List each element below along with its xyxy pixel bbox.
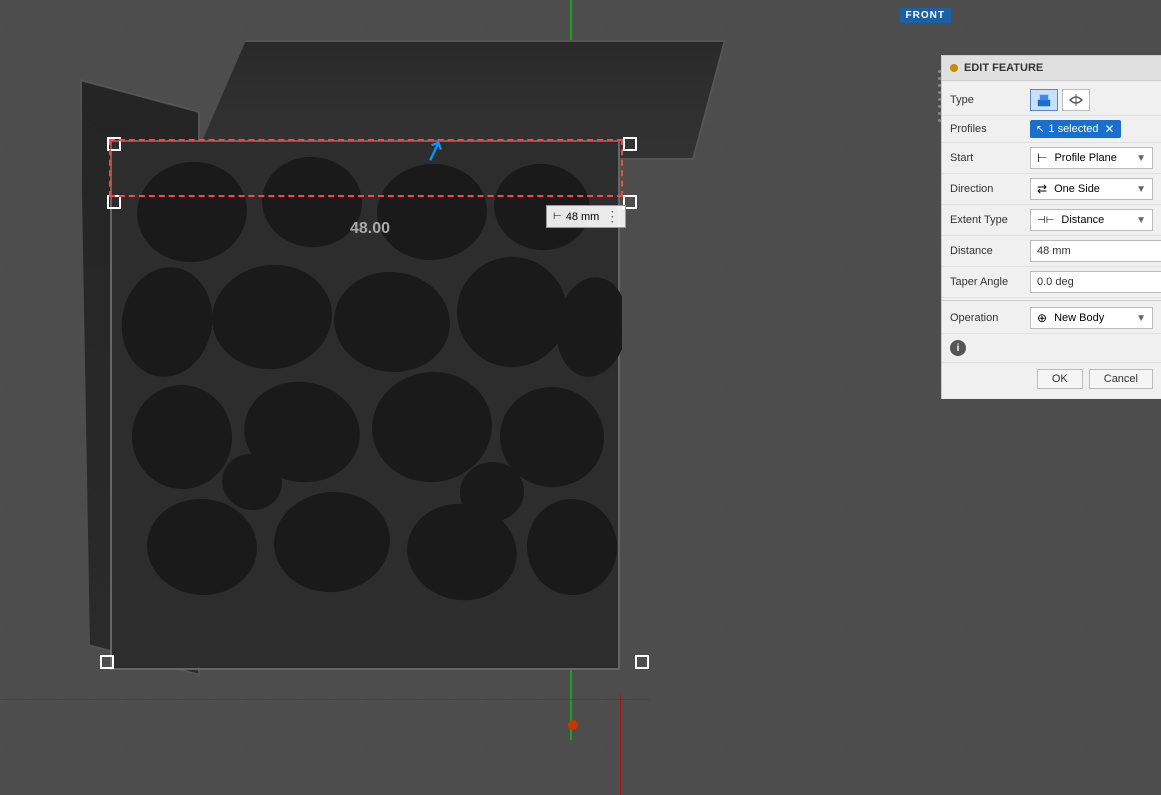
extent-icon: ⊣⊢ [1037, 215, 1054, 226]
extent-type-row: Extent Type ⊣⊢ Distance ▼ [942, 205, 1161, 236]
panel-header: EDIT FEATURE [942, 56, 1161, 81]
start-control: ⊢ Profile Plane ▼ [1030, 147, 1153, 169]
extent-type-value: Distance [1061, 214, 1104, 226]
distance-control [1030, 240, 1161, 262]
start-label: Start [950, 152, 1030, 164]
distance-input[interactable] [1030, 240, 1161, 262]
type-label: Type [950, 94, 1030, 106]
panel-title: EDIT FEATURE [964, 62, 1043, 74]
direction-control: ⇄ One Side ▼ [1030, 178, 1153, 200]
dimension-value: 48 mm [566, 211, 600, 223]
taper-angle-row: Taper Angle [942, 267, 1161, 298]
corner-tr [623, 137, 637, 151]
edit-feature-panel: EDIT FEATURE Type [941, 55, 1161, 399]
taper-angle-label: Taper Angle [950, 276, 1030, 288]
type-button-2[interactable] [1062, 89, 1090, 111]
operation-dropdown[interactable]: ⊕ New Body ▼ [1030, 307, 1153, 329]
model-dimension-label: 48.00 [350, 220, 390, 238]
view-label: FRONT [900, 8, 951, 23]
corner-bl [107, 195, 121, 209]
extent-type-dropdown[interactable]: ⊣⊢ Distance ▼ [1030, 209, 1153, 231]
direction-icon: ⇄ [1037, 182, 1047, 196]
profiles-badge[interactable]: ↖ 1 selected ✕ [1030, 120, 1121, 138]
operation-label: Operation [950, 312, 1030, 324]
direction-dropdown-arrow: ▼ [1136, 184, 1146, 195]
taper-angle-control [1030, 271, 1161, 293]
extent-type-label: Extent Type [950, 214, 1030, 226]
profiles-clear-button[interactable]: ✕ [1105, 122, 1115, 136]
type-row: Type [942, 85, 1161, 116]
distance-row: Distance [942, 236, 1161, 267]
operation-value: New Body [1054, 312, 1104, 324]
type-control [1030, 89, 1153, 111]
model-canvas: ↗ [50, 40, 900, 750]
corner-bot-l [100, 655, 114, 669]
corner-tl [107, 137, 121, 151]
viewport: FRONT ↗ [0, 0, 1161, 795]
info-row: i [942, 334, 1161, 362]
operation-icon: ⊕ [1037, 311, 1047, 325]
operation-dropdown-arrow: ▼ [1136, 313, 1146, 324]
type-button-1[interactable] [1030, 89, 1058, 111]
distance-label: Distance [950, 245, 1030, 257]
profiles-row: Profiles ↖ 1 selected ✕ [942, 116, 1161, 143]
direction-value: One Side [1054, 183, 1100, 195]
profiles-label: Profiles [950, 123, 1030, 135]
direction-dropdown[interactable]: ⇄ One Side ▼ [1030, 178, 1153, 200]
direction-row: Direction ⇄ One Side ▼ [942, 174, 1161, 205]
cursor-icon: ↖ [1036, 124, 1044, 135]
info-icon[interactable]: i [950, 340, 966, 356]
ok-button[interactable]: OK [1037, 369, 1083, 389]
corner-bot-r [635, 655, 649, 669]
profiles-control: ↖ 1 selected ✕ [1030, 120, 1153, 138]
cancel-button[interactable]: Cancel [1089, 369, 1153, 389]
start-dropdown[interactable]: ⊢ Profile Plane ▼ [1030, 147, 1153, 169]
start-icon: ⊢ [1037, 151, 1047, 165]
dimension-callout: 48 mm ⋮ [546, 205, 626, 228]
panel-header-dot [950, 64, 958, 72]
dimension-menu-dots[interactable]: ⋮ [605, 208, 619, 225]
profiles-badge-text: 1 selected [1048, 123, 1098, 135]
panel-body: Type [942, 81, 1161, 399]
start-dropdown-arrow: ▼ [1136, 153, 1146, 164]
start-row: Start ⊢ Profile Plane ▼ [942, 143, 1161, 174]
action-buttons: OK Cancel [942, 362, 1161, 395]
operation-control: ⊕ New Body ▼ [1030, 307, 1153, 329]
operation-row: Operation ⊕ New Body ▼ [942, 303, 1161, 334]
direction-label: Direction [950, 183, 1030, 195]
extent-type-control: ⊣⊢ Distance ▼ [1030, 209, 1153, 231]
taper-angle-input[interactable] [1030, 271, 1161, 293]
start-value: Profile Plane [1054, 152, 1116, 164]
extent-type-dropdown-arrow: ▼ [1136, 215, 1146, 226]
